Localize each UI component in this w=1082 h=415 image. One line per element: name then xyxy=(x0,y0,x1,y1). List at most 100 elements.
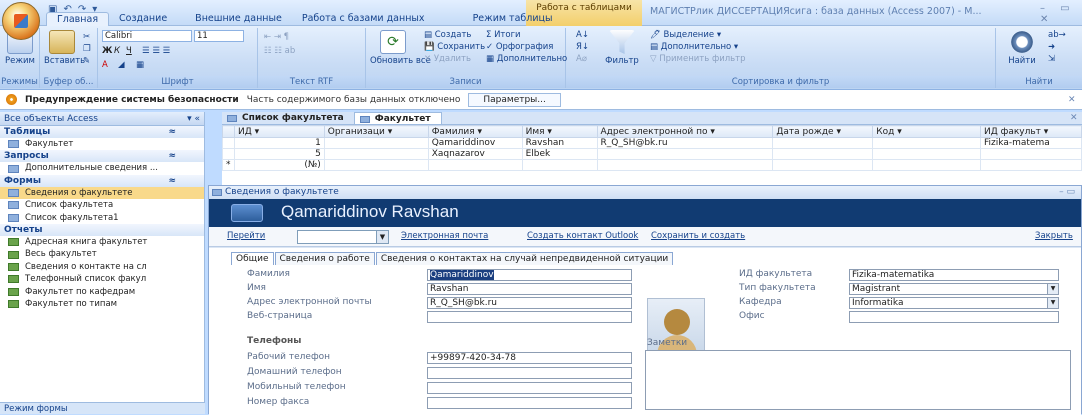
nav-item-table[interactable]: Факультет xyxy=(0,138,204,150)
table-cell[interactable] xyxy=(772,148,874,160)
fill-color-icon[interactable]: ◢ xyxy=(118,60,125,70)
first-name-field[interactable]: Ravshan xyxy=(427,283,632,295)
cut-icon[interactable]: ✂ xyxy=(83,32,90,42)
column-header[interactable]: ИД факульт ▾ xyxy=(980,125,1082,138)
last-name-field[interactable]: Qamariddinov xyxy=(427,269,632,281)
underline-icon[interactable]: Ч xyxy=(126,46,132,56)
list-icons[interactable]: ☷ ☷ ab xyxy=(264,46,295,56)
find-button[interactable]: Найти xyxy=(1004,30,1040,66)
table-row[interactable]: 5 Xaqnazarov Elbek xyxy=(222,148,1082,160)
tab-home[interactable]: Главная xyxy=(46,12,110,26)
new-row-marker[interactable]: * xyxy=(222,159,235,171)
table-cell[interactable] xyxy=(427,159,523,171)
select-icon[interactable]: ⇲ xyxy=(1048,54,1055,64)
table-cell[interactable] xyxy=(772,137,874,149)
indent-icons[interactable]: ⇤ ⇥ ¶ xyxy=(264,32,289,42)
replace-icon[interactable]: ab→ xyxy=(1048,30,1066,40)
security-options-button[interactable]: Параметры... xyxy=(468,92,561,107)
table-cell[interactable] xyxy=(872,159,982,171)
table-cell[interactable]: Qamariddinov xyxy=(427,137,523,149)
save-record-button[interactable]: 💾 Сохранить xyxy=(424,42,485,52)
doc-tab-table[interactable]: Факультет xyxy=(353,112,442,124)
table-cell[interactable]: Ravshan xyxy=(521,137,598,149)
nav-section-reports[interactable]: Отчеты xyxy=(0,223,204,236)
tab-database-tools[interactable]: Работа с базами данных xyxy=(292,12,435,26)
table-cell[interactable]: Elbek xyxy=(521,148,598,160)
bold-icon[interactable]: Ж xyxy=(102,46,112,56)
nav-item-report[interactable]: Сведения о контакте на сл xyxy=(0,261,204,273)
nav-item-report[interactable]: Адресная книга факультет xyxy=(0,236,204,248)
collapse-icon[interactable]: ≈ xyxy=(168,126,176,138)
tab-emergency-contacts[interactable]: Сведения о контактах на случай непредвид… xyxy=(375,252,674,265)
nav-item-report[interactable]: Факультет по кафедрам xyxy=(0,286,204,298)
column-header[interactable]: Код ▾ xyxy=(872,125,982,138)
doc-tab-list[interactable]: Список факультета xyxy=(222,112,354,124)
dropdown-arrow-icon[interactable]: ▼ xyxy=(376,231,388,243)
table-cell[interactable] xyxy=(323,137,429,149)
form-window-titlebar[interactable]: Сведения о факультете – ▭ xyxy=(209,186,1081,199)
row-selector[interactable] xyxy=(222,148,235,160)
nav-section-forms[interactable]: Формы ≈ xyxy=(0,174,204,187)
italic-icon[interactable]: К xyxy=(114,46,120,56)
table-row[interactable]: 1 Qamariddinov Ravshan R_Q_SH@bk.ru Fizi… xyxy=(222,137,1082,149)
paste-button[interactable]: Вставить xyxy=(44,30,85,66)
row-selector-header[interactable] xyxy=(222,125,235,138)
faculty-type-field[interactable]: Magistrant ▼ xyxy=(849,283,1059,295)
email-field[interactable]: R_Q_SH@bk.ru xyxy=(427,297,632,309)
column-header[interactable]: Имя ▾ xyxy=(521,125,598,138)
column-header[interactable]: ИД ▾ xyxy=(233,125,325,138)
filter-button[interactable]: Фильтр xyxy=(602,30,642,66)
nav-item-form[interactable]: Список факультета xyxy=(0,199,204,211)
webpage-field[interactable] xyxy=(427,311,632,323)
department-field[interactable]: Informatika ▼ xyxy=(849,297,1059,309)
collapse-icon[interactable]: ≈ xyxy=(168,150,176,162)
column-header[interactable]: Адрес электронной по ▾ xyxy=(596,125,774,138)
table-cell[interactable] xyxy=(323,148,429,160)
refresh-button[interactable]: ⟳ Обновить все xyxy=(370,30,431,66)
delete-record-button[interactable]: ✕ Удалить xyxy=(424,54,471,64)
work-phone-field[interactable]: +99897-420-34-78 xyxy=(427,352,632,364)
office-field[interactable] xyxy=(849,311,1059,323)
table-cell[interactable] xyxy=(872,148,982,160)
nav-item-report[interactable]: Телефонный список факул xyxy=(0,273,204,285)
font-size-field[interactable]: 11 xyxy=(194,30,244,42)
nav-section-tables[interactable]: Таблицы ≈ xyxy=(0,126,204,138)
form-window-controls[interactable]: – ▭ xyxy=(1059,186,1075,199)
column-header[interactable]: Дата рожде ▾ xyxy=(772,125,874,138)
goto-label[interactable]: Перейти xyxy=(227,231,265,241)
table-row-new[interactable]: * (№) xyxy=(222,159,1082,171)
table-cell[interactable] xyxy=(980,148,1082,160)
table-cell[interactable] xyxy=(521,159,598,171)
tab-external-data[interactable]: Внешние данные xyxy=(185,12,292,26)
mobile-phone-field[interactable] xyxy=(427,382,632,394)
table-cell[interactable]: (№) xyxy=(233,159,325,171)
nav-header-chevron-icon[interactable]: ▾ « xyxy=(187,112,200,125)
nav-item-form[interactable]: Список факультета1 xyxy=(0,212,204,224)
table-cell[interactable]: Fizika-matema xyxy=(980,137,1082,149)
table-cell[interactable] xyxy=(596,159,774,171)
table-cell[interactable]: Xaqnazarov xyxy=(427,148,523,160)
nav-item-query[interactable]: Дополнительные сведения ... xyxy=(0,162,204,174)
copy-icon[interactable]: ❐ xyxy=(83,44,91,54)
goto-icon[interactable]: ➜ xyxy=(1048,42,1055,52)
tab-datasheet[interactable]: Режим таблицы xyxy=(463,12,563,26)
fax-field[interactable] xyxy=(427,397,632,409)
apply-filter-button[interactable]: ▽ Применить фильтр xyxy=(650,54,746,64)
totals-button[interactable]: Σ Итоги xyxy=(486,30,521,40)
align-icon[interactable]: ☰ ☰ ☰ xyxy=(142,46,170,56)
sort-desc-icon[interactable]: Я↓ xyxy=(576,42,589,52)
gridlines-icon[interactable]: ▦ xyxy=(136,60,144,70)
table-cell[interactable] xyxy=(872,137,982,149)
spelling-button[interactable]: ✓ Орфография xyxy=(486,42,553,52)
table-cell[interactable] xyxy=(596,148,774,160)
save-and-new-link[interactable]: Сохранить и создать xyxy=(651,231,745,241)
format-painter-icon[interactable]: ✎ xyxy=(83,56,90,66)
column-header[interactable]: Организаци ▾ xyxy=(323,125,429,138)
nav-item-report[interactable]: Факультет по типам xyxy=(0,298,204,310)
nav-section-queries[interactable]: Запросы ≈ xyxy=(0,150,204,163)
tab-general[interactable]: Общие xyxy=(231,252,274,265)
nav-item-report[interactable]: Весь факультет xyxy=(0,248,204,260)
home-phone-field[interactable] xyxy=(427,367,632,379)
notes-field[interactable] xyxy=(645,350,1071,410)
more-records-button[interactable]: ▦ Дополнительно xyxy=(486,54,567,64)
